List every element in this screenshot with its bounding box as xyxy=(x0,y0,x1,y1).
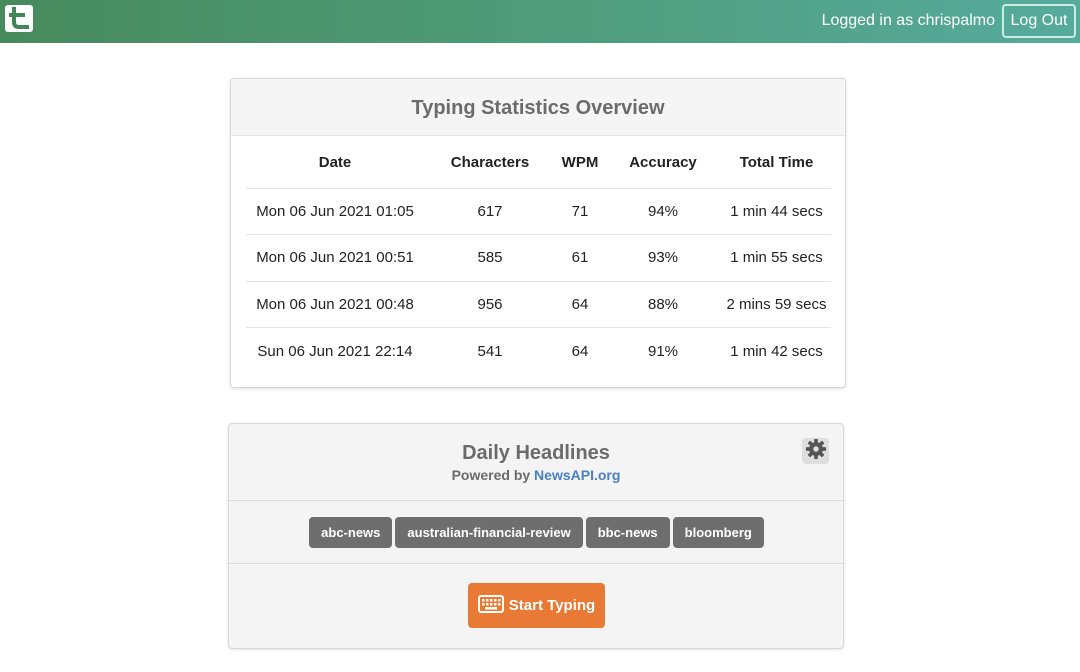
cell-date: Mon 06 Jun 2021 00:48 xyxy=(246,281,424,328)
column-header-wpm: WPM xyxy=(556,137,604,189)
cell-accuracy: 93% xyxy=(604,234,722,282)
logout-button[interactable]: Log Out xyxy=(1002,4,1076,38)
table-row: Mon 06 Jun 2021 00:51 585 61 93% 1 min 5… xyxy=(246,234,831,282)
newsapi-link[interactable]: NewsAPI.org xyxy=(534,467,620,483)
settings-button[interactable] xyxy=(802,438,829,464)
logged-in-user-text: Logged in as chrispalmo xyxy=(821,12,995,29)
cell-characters: 541 xyxy=(477,342,503,360)
headlines-header: Daily Headlines Powered by NewsAPI.org xyxy=(229,424,843,501)
source-badge-abc-news[interactable]: abc-news xyxy=(309,516,393,548)
cell-total-time: 1 min 55 secs xyxy=(722,234,831,282)
column-header-characters: Characters xyxy=(424,137,556,189)
cell-total-time: 1 min 42 secs xyxy=(730,342,823,360)
cell-wpm: 64 xyxy=(571,342,589,360)
cell-wpm: 61 xyxy=(556,234,604,282)
column-header-accuracy: Accuracy xyxy=(604,137,722,189)
table-row: Sun 06 Jun 2021 22:14 541 64 91% 1 min 4… xyxy=(246,328,831,375)
cell-wpm: 64 xyxy=(556,281,604,328)
cell-date: Mon 06 Jun 2021 00:51 xyxy=(246,234,424,282)
table-header-row: Date Characters WPM Accuracy Total Time xyxy=(246,137,831,189)
cell-accuracy: 91% xyxy=(647,342,679,360)
cell-characters: 585 xyxy=(424,234,556,282)
keyboard-icon xyxy=(477,594,504,617)
stats-table: Date Characters WPM Accuracy Total Time … xyxy=(246,137,831,374)
cell-date: Mon 06 Jun 2021 01:05 xyxy=(246,188,424,235)
source-badge-australian-financial-review[interactable]: australian-financial-review xyxy=(395,516,583,548)
cell-total-time: 1 min 44 secs xyxy=(722,188,831,235)
daily-headlines-card: Daily Headlines Powered by NewsAPI.org a… xyxy=(228,423,844,649)
column-header-date: Date xyxy=(246,137,424,189)
t-logo-icon[interactable] xyxy=(5,5,33,32)
gear-icon xyxy=(805,438,827,465)
source-badge-bloomberg[interactable]: bloomberg xyxy=(672,516,764,548)
cell-date: Sun 06 Jun 2021 22:14 xyxy=(257,342,413,360)
typing-statistics-card: Typing Statistics Overview Date Characte… xyxy=(230,78,846,388)
cell-accuracy: 88% xyxy=(604,281,722,328)
powered-by-prefix: Powered by xyxy=(451,467,535,483)
start-typing-label: Start Typing xyxy=(508,597,596,614)
cell-wpm: 71 xyxy=(556,188,604,235)
cell-characters: 617 xyxy=(424,188,556,235)
navbar: Logged in as chrispalmo Log Out xyxy=(0,0,1080,43)
stats-title: Typing Statistics Overview xyxy=(231,79,845,136)
table-row: Mon 06 Jun 2021 00:48 956 64 88% 2 mins … xyxy=(246,281,831,328)
column-header-total-time: Total Time xyxy=(722,137,831,189)
news-sources-list: abc-news australian-financial-review bbc… xyxy=(229,501,843,564)
table-row: Mon 06 Jun 2021 01:05 617 71 94% 1 min 4… xyxy=(246,188,831,235)
cell-accuracy: 94% xyxy=(604,188,722,235)
powered-by-text: Powered by NewsAPI.org xyxy=(229,466,843,484)
headlines-title: Daily Headlines xyxy=(462,442,610,464)
source-badge-bbc-news[interactable]: bbc-news xyxy=(585,516,670,548)
cell-total-time: 2 mins 59 secs xyxy=(722,281,831,328)
start-row: Start Typing xyxy=(229,564,843,648)
cell-characters: 956 xyxy=(424,281,556,328)
start-typing-button[interactable]: Start Typing xyxy=(468,583,605,628)
